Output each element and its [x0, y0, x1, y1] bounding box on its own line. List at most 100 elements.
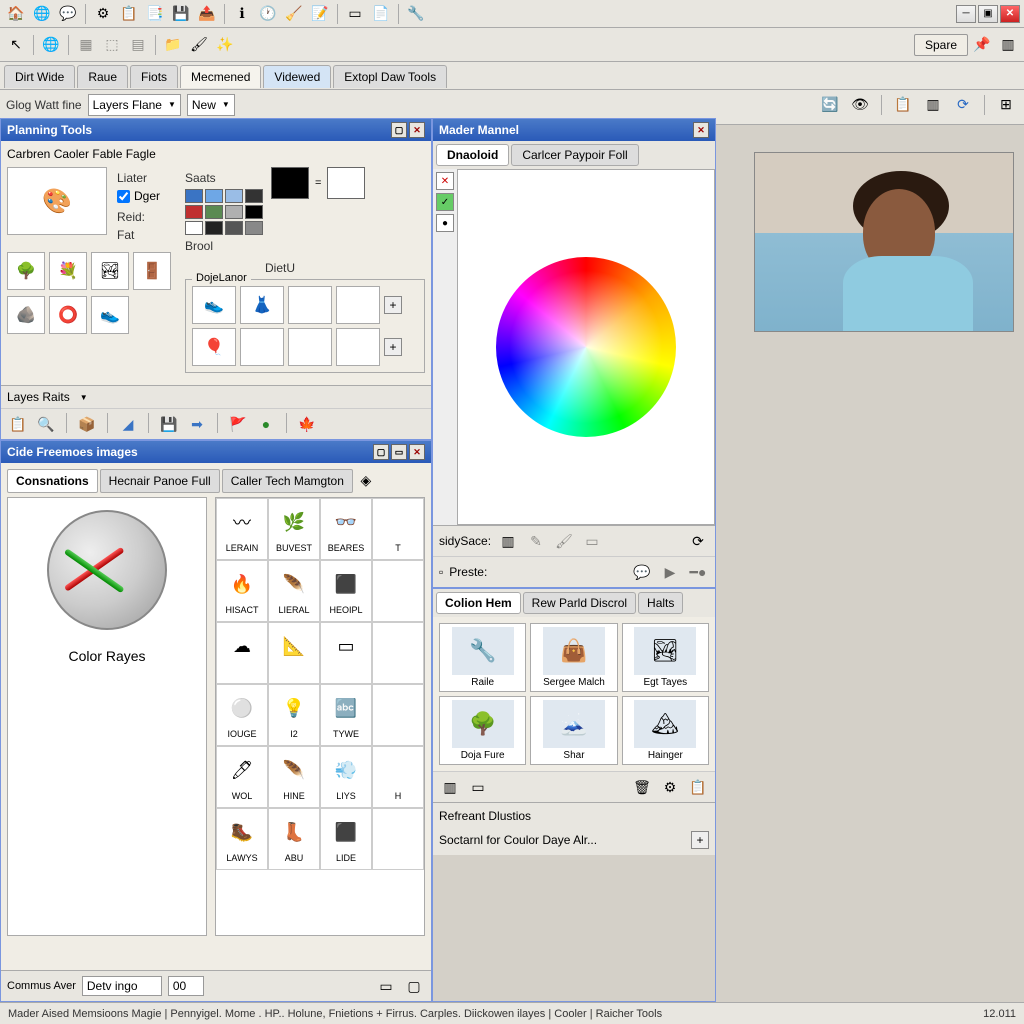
- asset-cell[interactable]: 🔤TYWE: [320, 684, 372, 746]
- doc-icon[interactable]: 📄: [369, 2, 393, 26]
- sync-icon[interactable]: ⟳: [951, 93, 975, 117]
- asset-cell[interactable]: ☁: [216, 622, 268, 684]
- mini-thumb-1[interactable]: 👟: [192, 286, 236, 324]
- folder-icon[interactable]: 📁: [161, 33, 185, 57]
- preset-card[interactable]: 🏔Hainger: [622, 696, 709, 765]
- stamp-icon[interactable]: ▤: [126, 33, 150, 57]
- color-swatch[interactable]: [245, 189, 263, 203]
- refresh-icon[interactable]: 🔄: [818, 93, 842, 117]
- tab-raue[interactable]: Raue: [77, 65, 128, 88]
- view-icon[interactable]: 👁: [848, 93, 872, 117]
- asset-cell[interactable]: [372, 808, 424, 870]
- mini-thumb-3[interactable]: [288, 286, 332, 324]
- panel-icon[interactable]: ▥: [996, 33, 1020, 57]
- layers-icon[interactable]: 📑: [143, 2, 167, 26]
- asset-cell[interactable]: 💡I2: [268, 684, 320, 746]
- export-icon[interactable]: 📤: [195, 2, 219, 26]
- color-swatch[interactable]: [245, 205, 263, 219]
- asset-cell[interactable]: 〰LERAIN: [216, 498, 268, 560]
- tab-carlcer[interactable]: Carlcer Paypoir Foll: [511, 144, 638, 166]
- cursor-icon[interactable]: ↖: [4, 33, 28, 57]
- sidy-icon-4[interactable]: ▭: [581, 530, 603, 552]
- add-item-1[interactable]: +: [384, 296, 402, 314]
- thumb-tree[interactable]: 🌳: [7, 252, 45, 290]
- forward-icon[interactable]: ➡: [186, 413, 208, 435]
- asset-cell[interactable]: H: [372, 746, 424, 808]
- pic-5[interactable]: 📋: [687, 776, 709, 798]
- tab-extopl[interactable]: Extopl Daw Tools: [333, 65, 447, 88]
- color-wheel[interactable]: [496, 257, 676, 437]
- panel2-icon[interactable]: ⊞: [994, 93, 1018, 117]
- align-icon[interactable]: ⬚: [100, 33, 124, 57]
- asset-cell[interactable]: 🪶LIERAL: [268, 560, 320, 622]
- pin-icon[interactable]: 📌: [970, 33, 994, 57]
- mini-thumb-6[interactable]: [240, 328, 284, 366]
- save-icon[interactable]: 💾: [169, 2, 193, 26]
- erase-icon[interactable]: 🧹: [282, 2, 306, 26]
- asset-cell[interactable]: [372, 622, 424, 684]
- asset-cell[interactable]: 🪶HINE: [268, 746, 320, 808]
- new-combo[interactable]: New▼: [187, 94, 235, 116]
- preset-card[interactable]: 🌳Doja Fure: [439, 696, 526, 765]
- tab-mecmened[interactable]: Mecmened: [180, 65, 261, 88]
- asset-cell[interactable]: ⚪IOUGE: [216, 684, 268, 746]
- minimize-button[interactable]: ─: [956, 5, 976, 23]
- color-canvas[interactable]: [457, 169, 715, 525]
- diamond-icon[interactable]: ◈: [355, 469, 377, 491]
- tab-colion[interactable]: Colion Hem: [436, 592, 521, 614]
- asset-cell[interactable]: ⬛HEOIPL: [320, 560, 372, 622]
- preset-card[interactable]: 🏞Egt Tayes: [622, 623, 709, 692]
- asset-cell[interactable]: [372, 560, 424, 622]
- apply-icon[interactable]: ✓: [436, 193, 454, 211]
- preview-thumbnail[interactable]: 🎨: [7, 167, 107, 235]
- asset-cell[interactable]: ▭: [320, 622, 372, 684]
- tab-rew[interactable]: Rew Parld Discrol: [523, 592, 636, 614]
- tab-halts[interactable]: Halts: [638, 592, 683, 614]
- color-swatch[interactable]: [205, 189, 223, 203]
- sidy-icon-1[interactable]: ▥: [497, 530, 519, 552]
- photo-preview[interactable]: [754, 152, 1014, 332]
- mini-thumb-5[interactable]: 🎈: [192, 328, 236, 366]
- panel-close-icon[interactable]: ✕: [409, 122, 425, 138]
- cancel-icon[interactable]: ✕: [436, 172, 454, 190]
- tab-dirt-wide[interactable]: Dirt Wide: [4, 65, 75, 88]
- add-preset-button[interactable]: +: [691, 831, 709, 849]
- asset-cell[interactable]: 👓BEARES: [320, 498, 372, 560]
- asset-cell[interactable]: T: [372, 498, 424, 560]
- mini-thumb-4[interactable]: [336, 286, 380, 324]
- paste-icon[interactable]: 📋: [891, 93, 915, 117]
- wrench-icon[interactable]: 🔧: [404, 2, 428, 26]
- detv-input[interactable]: [82, 976, 162, 996]
- color-swatch[interactable]: [185, 189, 203, 203]
- pic-4[interactable]: ⚙: [659, 776, 681, 798]
- layer-icon[interactable]: ▥: [921, 93, 945, 117]
- asset-cell[interactable]: 🔥HISACT: [216, 560, 268, 622]
- asset-cell[interactable]: 🌿BUVEST: [268, 498, 320, 560]
- copy-icon[interactable]: 📋: [117, 2, 141, 26]
- spare-button[interactable]: Spare: [914, 34, 968, 56]
- pic-2[interactable]: ▭: [467, 776, 489, 798]
- list-icon[interactable]: 📋: [7, 413, 29, 435]
- close-button[interactable]: ✕: [1000, 5, 1020, 23]
- foreground-swatch[interactable]: [271, 167, 309, 199]
- dger-checkbox[interactable]: Dger: [117, 189, 160, 203]
- thumb-shoe[interactable]: 👟: [91, 296, 129, 334]
- mini-thumb-2[interactable]: 👗: [240, 286, 284, 324]
- color-swatch[interactable]: [225, 221, 243, 235]
- asset-cell[interactable]: 🖊WOL: [216, 746, 268, 808]
- leaf-green-icon[interactable]: ●: [255, 413, 277, 435]
- thumb-rock[interactable]: 🪨: [7, 296, 45, 334]
- magnify-icon[interactable]: 🔍: [35, 413, 57, 435]
- color-swatch[interactable]: [245, 221, 263, 235]
- thumb-door[interactable]: 🚪: [133, 252, 171, 290]
- color-swatch[interactable]: [185, 221, 203, 235]
- sidy-icon-2[interactable]: ✎: [525, 530, 547, 552]
- grid-icon[interactable]: ▦: [74, 33, 98, 57]
- globe-icon[interactable]: 🌐: [30, 2, 54, 26]
- sidy-icon-3[interactable]: 🖌: [553, 530, 575, 552]
- pic-1[interactable]: ▥: [439, 776, 461, 798]
- home-icon[interactable]: 🏠: [4, 2, 28, 26]
- color-swatch[interactable]: [225, 205, 243, 219]
- asset-cell[interactable]: 💨LIYS: [320, 746, 372, 808]
- tab-caller[interactable]: Caller Tech Mamgton: [222, 469, 353, 493]
